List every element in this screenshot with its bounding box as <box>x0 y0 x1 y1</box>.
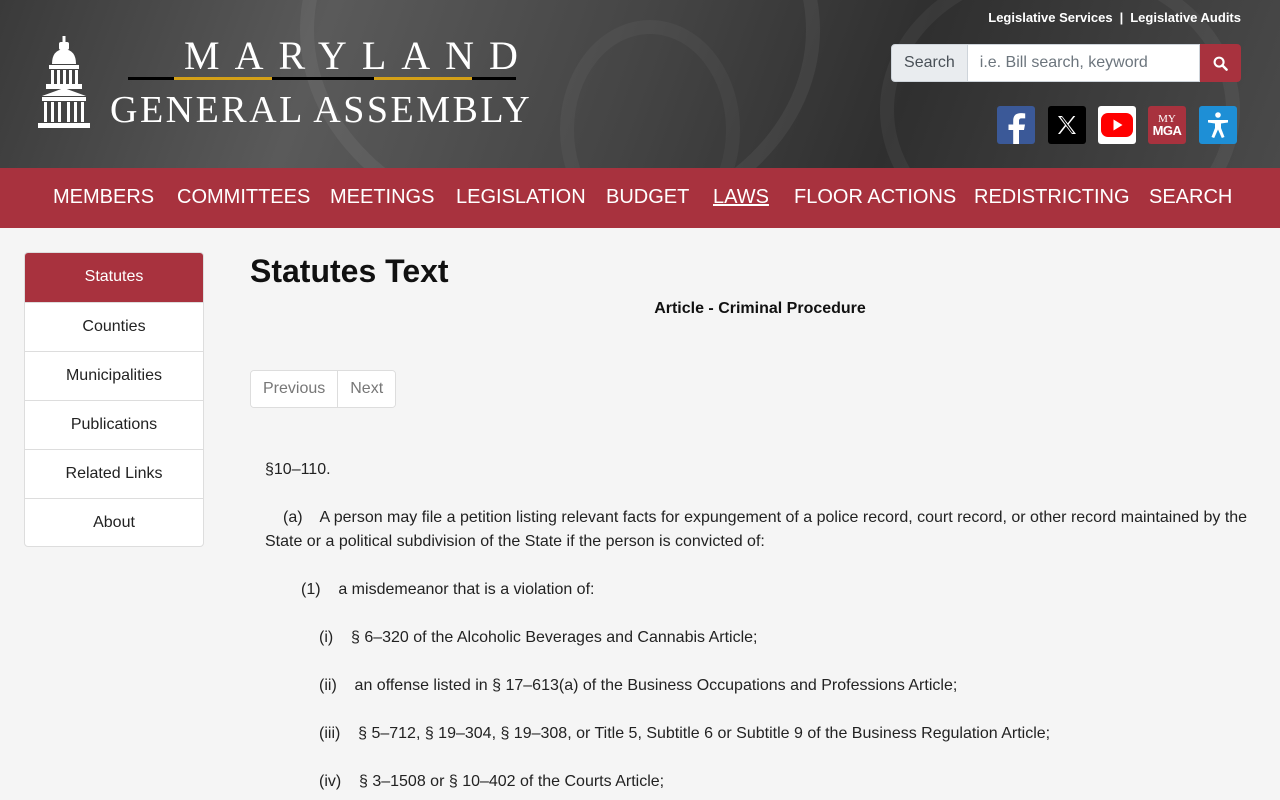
capitol-dome-icon <box>38 36 90 128</box>
main-navigation: MEMBERS COMMITTEES MEETINGS LEGISLATION … <box>0 168 1280 228</box>
facebook-icon <box>1008 113 1026 144</box>
mymga-icon: MY MGA <box>1152 113 1182 138</box>
sidebar-item-about[interactable]: About <box>25 499 203 546</box>
laws-sidebar: Statutes Counties Municipalities Publica… <box>24 252 204 547</box>
site-search: Search <box>891 44 1241 82</box>
section-pager: Previous Next <box>250 370 397 408</box>
statute-paragraph: (iv) § 3–1508 or § 10–402 of the Courts … <box>319 773 665 790</box>
site-header: MARYLAND GENERAL ASSEMBLY Legislative Se… <box>0 0 1280 168</box>
search-label: Search <box>891 44 968 82</box>
page-title: Statutes Text <box>250 253 449 289</box>
sidebar-item-municipalities[interactable]: Municipalities <box>25 352 203 401</box>
next-button[interactable]: Next <box>337 371 396 407</box>
accessibility-icon <box>1208 112 1228 138</box>
nav-search[interactable]: SEARCH <box>1149 168 1232 228</box>
statute-paragraph: (iii) § 5–712, § 19–304, § 19–308, or Ti… <box>319 725 1051 742</box>
nav-legislation[interactable]: LEGISLATION <box>456 168 586 228</box>
x-link[interactable] <box>1048 106 1086 144</box>
legislative-audits-link[interactable]: Legislative Audits <box>1130 10 1241 25</box>
logo-maryland-text: MARYLAND <box>184 33 533 78</box>
statute-paragraph: (ii) an offense listed in § 17–613(a) of… <box>319 677 958 694</box>
article-title: Article - Criminal Procedure <box>654 300 866 317</box>
mymga-link[interactable]: MY MGA <box>1148 106 1186 144</box>
accessibility-link[interactable] <box>1199 106 1237 144</box>
nav-members[interactable]: MEMBERS <box>53 168 154 228</box>
youtube-link[interactable] <box>1098 106 1136 144</box>
x-icon <box>1058 116 1076 134</box>
sidebar-item-related-links[interactable]: Related Links <box>25 450 203 499</box>
statute-paragraph: (a) A person may file a petition listing… <box>265 509 1252 550</box>
sidebar-item-statutes[interactable]: Statutes <box>25 253 203 303</box>
link-separator: | <box>1119 10 1124 25</box>
section-number: §10–110. <box>265 461 331 478</box>
logo-assembly-text: GENERAL ASSEMBLY <box>110 89 533 131</box>
site-logo[interactable]: MARYLAND GENERAL ASSEMBLY <box>38 36 558 136</box>
legislative-services-link[interactable]: Legislative Services <box>988 10 1112 25</box>
search-button[interactable] <box>1200 44 1241 82</box>
utility-links: Legislative Services | Legislative Audits <box>988 10 1241 25</box>
search-icon <box>1213 56 1228 71</box>
nav-committees[interactable]: COMMITTEES <box>177 168 310 228</box>
facebook-link[interactable] <box>997 106 1035 144</box>
previous-button[interactable]: Previous <box>251 371 338 407</box>
youtube-icon <box>1101 113 1133 137</box>
statute-paragraph: (1) a misdemeanor that is a violation of… <box>301 581 595 598</box>
sidebar-item-publications[interactable]: Publications <box>25 401 203 450</box>
search-input[interactable] <box>967 44 1201 82</box>
statute-paragraph: (i) § 6–320 of the Alcoholic Beverages a… <box>319 629 758 646</box>
nav-redistricting[interactable]: REDISTRICTING <box>974 168 1130 228</box>
logo-divider <box>128 77 516 80</box>
sidebar-item-counties[interactable]: Counties <box>25 303 203 352</box>
nav-budget[interactable]: BUDGET <box>606 168 689 228</box>
nav-floor-actions[interactable]: FLOOR ACTIONS <box>794 168 956 228</box>
nav-meetings[interactable]: MEETINGS <box>330 168 434 228</box>
nav-laws[interactable]: LAWS <box>713 168 769 228</box>
